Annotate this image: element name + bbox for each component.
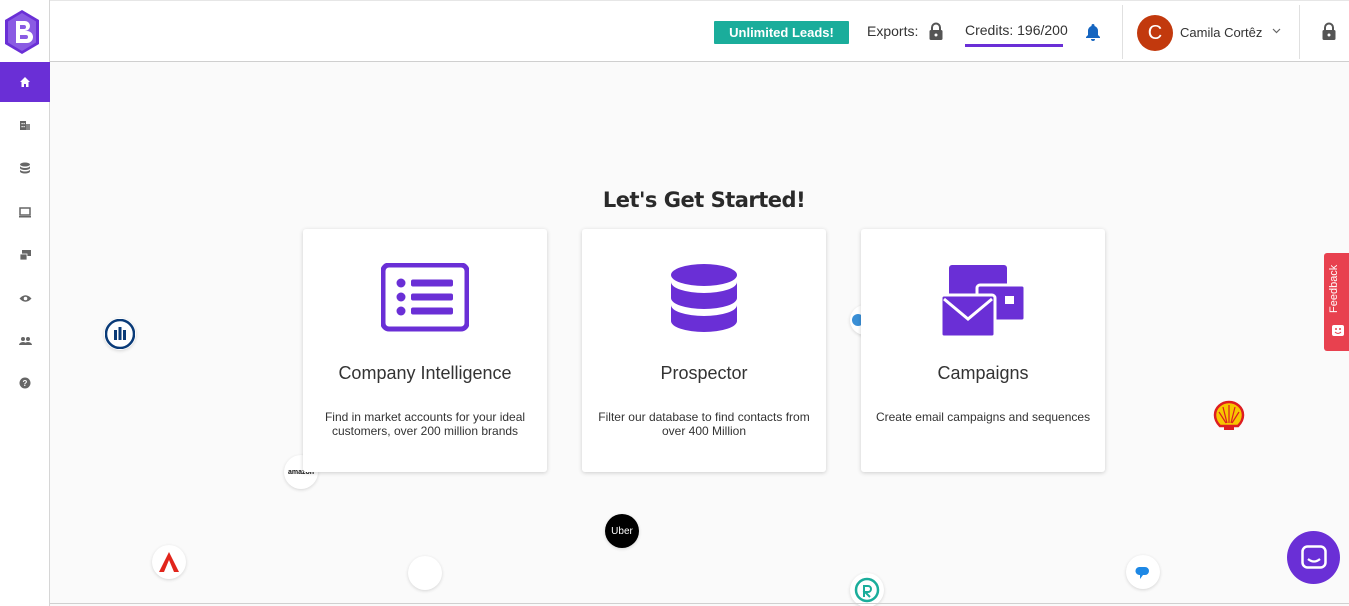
card-title: Campaigns: [937, 363, 1029, 383]
database-icon: [671, 264, 737, 332]
app-logo[interactable]: [4, 9, 40, 55]
card-title: Company Intelligence: [338, 363, 512, 383]
card-icon-wrap: [303, 263, 547, 343]
uber-logo-text: Uber: [611, 525, 633, 537]
sidebar-item-company[interactable]: [0, 105, 50, 145]
chevron-down-icon[interactable]: [1272, 28, 1281, 34]
lock-icon[interactable]: [928, 22, 944, 41]
lock-icon[interactable]: [1321, 22, 1337, 41]
card-title: Prospector: [660, 363, 748, 383]
shell-icon: [1213, 400, 1245, 430]
list-icon: [381, 263, 469, 332]
speech-brand-icon: [1135, 567, 1149, 579]
bottom-border: [50, 603, 1349, 604]
svg-text:?: ?: [23, 379, 28, 388]
sidebar-item-watch[interactable]: [0, 278, 50, 318]
brand-logo: [1126, 555, 1160, 589]
r-brand-icon: [854, 577, 880, 603]
card-icon-wrap: [861, 263, 1105, 343]
home-icon: [20, 77, 30, 87]
sidebar-item-team[interactable]: [0, 321, 50, 361]
card-company-intelligence[interactable]: Company Intelligence Find in market acco…: [303, 229, 547, 472]
shell-logo: [1211, 398, 1247, 434]
user-name[interactable]: Camila Cortêz: [1180, 25, 1262, 40]
header-divider: [1299, 5, 1300, 59]
adobe-icon: [155, 548, 183, 576]
card-description: Find in market accounts for your ideal c…: [324, 410, 526, 438]
notifications-bell-icon[interactable]: [1085, 23, 1101, 41]
allianz-logo: [104, 318, 136, 350]
people-icon: [18, 337, 32, 345]
brand-logo: [408, 556, 442, 590]
eye-icon: [19, 294, 31, 302]
sidebar-item-campaigns[interactable]: [0, 235, 50, 275]
credits-label[interactable]: Credits: 196/200: [965, 22, 1068, 38]
avatar[interactable]: C: [1137, 15, 1173, 51]
campaign-icon: [19, 250, 31, 261]
brand-logo: [850, 573, 884, 606]
help-icon: ?: [19, 377, 31, 389]
feedback-label: Feedback: [1328, 264, 1340, 313]
card-description: Create email campaigns and sequences: [875, 410, 1091, 424]
allianz-icon: [105, 319, 135, 349]
sidebar-item-help[interactable]: ?: [0, 363, 50, 403]
card-prospector[interactable]: Prospector Filter our database to find c…: [582, 229, 826, 472]
feedback-tab[interactable]: Feedback: [1324, 253, 1349, 351]
database-icon: [20, 162, 30, 173]
card-description: Filter our database to find contacts fro…: [598, 410, 810, 438]
adobe-logo: [152, 545, 186, 579]
uber-logo: Uber: [605, 514, 639, 548]
feedback-face-icon: [1332, 325, 1344, 336]
header-divider: [1122, 5, 1123, 59]
sidebar-item-home[interactable]: [0, 62, 50, 102]
card-campaigns[interactable]: Campaigns Create email campaigns and seq…: [861, 229, 1105, 472]
card-icon-wrap: [582, 263, 826, 343]
unlimited-leads-badge[interactable]: Unlimited Leads!: [714, 21, 849, 44]
page-title: Let's Get Started!: [602, 188, 806, 212]
mail-icon: [939, 265, 1027, 339]
credits-progress-bar: [965, 44, 1063, 47]
sidebar-item-database[interactable]: [0, 148, 50, 188]
exports-label: Exports:: [867, 23, 919, 39]
chat-icon: [1300, 544, 1327, 569]
chat-launcher-button[interactable]: [1287, 531, 1340, 584]
top-header: Unlimited Leads! Exports: Credits: 196/2…: [50, 0, 1349, 62]
sidebar: ?: [0, 0, 50, 606]
company-icon: [20, 121, 30, 130]
